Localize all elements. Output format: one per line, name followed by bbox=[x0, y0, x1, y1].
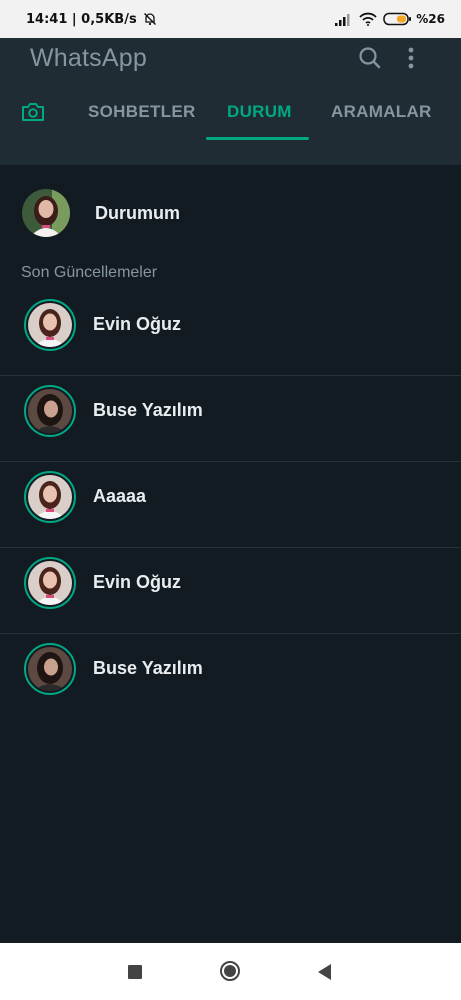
avatar bbox=[28, 303, 72, 347]
more-options-button[interactable] bbox=[400, 44, 422, 72]
status-bar: 14:41 | 0,5KB/s %26 bbox=[0, 0, 461, 38]
system-nav-bar bbox=[0, 943, 461, 1000]
tab-bar: SOHBETLER DURUM ARAMALAR bbox=[0, 84, 461, 140]
status-ring bbox=[24, 643, 76, 695]
contact-name: Buse Yazılım bbox=[93, 658, 203, 678]
battery-percent: %26 bbox=[416, 12, 445, 26]
my-status-avatar bbox=[22, 189, 70, 237]
tab-calls[interactable]: ARAMALAR bbox=[331, 94, 432, 130]
search-icon bbox=[359, 47, 381, 69]
tab-chats[interactable]: SOHBETLER bbox=[88, 94, 196, 130]
mute-bell-icon bbox=[143, 13, 156, 26]
tab-camera[interactable] bbox=[14, 94, 52, 130]
status-time-speed: 14:41 | 0,5KB/s bbox=[26, 11, 137, 27]
avatar bbox=[28, 561, 72, 605]
camera-icon bbox=[22, 103, 44, 121]
back-icon[interactable] bbox=[318, 964, 331, 980]
search-button[interactable] bbox=[356, 44, 384, 72]
signal-icon bbox=[335, 13, 350, 26]
app-title: WhatsApp bbox=[30, 44, 147, 72]
list-item[interactable]: Buse Yazılım bbox=[0, 634, 461, 720]
status-ring bbox=[24, 471, 76, 523]
recent-apps-icon[interactable] bbox=[128, 965, 142, 979]
avatar bbox=[28, 475, 72, 519]
my-status-row[interactable]: Durumum bbox=[0, 185, 461, 245]
contact-name: Aaaaa bbox=[93, 486, 147, 506]
status-list: Evin Oğuz Buse Yazılım Aaaaa Evin Oğuz B… bbox=[0, 290, 461, 720]
battery-icon bbox=[383, 12, 412, 26]
active-tab-indicator bbox=[206, 137, 309, 140]
status-content: Durumum Son Güncellemeler Evin Oğuz Buse… bbox=[0, 165, 461, 943]
section-label-recent-updates: Son Güncellemeler bbox=[21, 264, 158, 281]
contact-name: Evin Oğuz bbox=[93, 314, 182, 334]
list-item[interactable]: Evin Oğuz bbox=[0, 290, 461, 376]
list-item[interactable]: Buse Yazılım bbox=[0, 376, 461, 462]
more-vert-icon bbox=[408, 47, 414, 69]
list-item[interactable]: Evin Oğuz bbox=[0, 548, 461, 634]
avatar bbox=[28, 389, 72, 433]
status-ring bbox=[24, 385, 76, 437]
avatar bbox=[28, 647, 72, 691]
status-ring bbox=[24, 299, 76, 351]
list-item[interactable]: Aaaaa bbox=[0, 462, 461, 548]
tab-status[interactable]: DURUM bbox=[227, 94, 292, 130]
contact-name: Evin Oğuz bbox=[93, 572, 182, 592]
home-icon[interactable] bbox=[220, 961, 240, 981]
status-ring bbox=[24, 557, 76, 609]
contact-name: Buse Yazılım bbox=[93, 400, 203, 420]
my-status-label: Durumum bbox=[95, 203, 180, 223]
app-bar: WhatsApp SOHBETLER DURUM ARAMALAR bbox=[0, 38, 461, 165]
wifi-icon bbox=[359, 12, 377, 26]
